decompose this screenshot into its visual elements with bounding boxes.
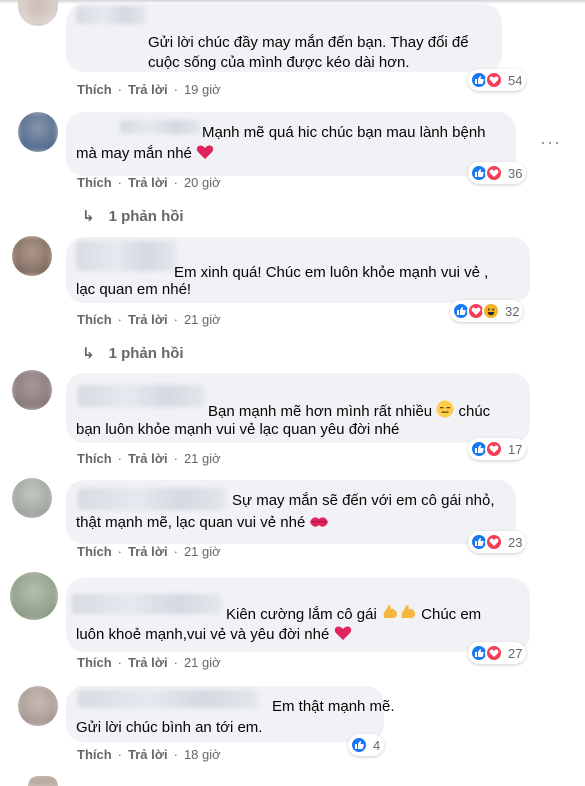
red-heart-icon [196,144,214,167]
haha-icon [482,302,500,320]
timestamp[interactable]: 20 giờ [184,175,221,190]
avatar[interactable] [12,236,52,276]
love-icon [485,533,503,551]
reaction-count: 23 [508,534,523,550]
comment-text-line-1: Sự may mắn sẽ đến với em cô gái nhỏ, [232,492,495,509]
comment-bubble: Sự may mắn sẽ đến với em cô gái nhỏ, thậ… [66,480,516,544]
like-button[interactable]: Thích [77,451,112,466]
author-name[interactable] [76,241,176,271]
comment-actions: Thích · Trả lời · 21 giờ [77,312,221,327]
avatar[interactable] [18,112,58,152]
reaction-summary[interactable]: 17 [468,438,527,460]
comment-bubble: Bạn mạnh mẽ hơn mình rất nhiều chúc bạn … [66,373,530,443]
reaction-summary[interactable]: 32 [450,300,524,322]
comment-actions: Thích · Trả lời · 21 giờ [77,451,221,466]
like-button[interactable]: Thích [77,747,112,762]
like-button[interactable]: Thích [77,544,112,559]
author-name[interactable] [72,594,222,614]
more-options-icon[interactable]: ··· [540,132,561,153]
avatar[interactable] [18,0,58,26]
comment-actions: Thích · Trả lời · 18 giờ [77,747,221,762]
like-button[interactable]: Thích [77,82,112,97]
avatar[interactable] [28,776,58,786]
timestamp[interactable]: 21 giờ [184,655,221,670]
comment-text-line-1: Gửi lời chúc đầy may mắn đến bạn. Thay đ… [148,34,469,51]
comment-bubble: Em xinh quá! Chúc em luôn khỏe mạnh vui … [66,237,530,303]
love-icon [485,440,503,458]
reaction-count: 36 [508,165,523,181]
reply-button[interactable]: Trả lời [128,747,168,762]
comment-actions: Thích · Trả lời · 21 giờ [77,544,221,559]
love-icon [485,71,503,89]
reaction-count: 27 [508,645,523,661]
comment-text-line-1: Em xinh quá! Chúc em luôn khỏe mạnh vui … [174,264,489,281]
comment-bubble: Gửi lời chúc đầy may mắn đến bạn. Thay đ… [66,4,502,72]
author-name[interactable] [78,488,226,510]
comment-text-line-1: Em thật mạnh mẽ. [272,698,395,715]
reaction-summary[interactable]: 23 [468,531,527,553]
view-replies-link[interactable]: ↳ 1 phản hồi [82,344,184,362]
like-button[interactable]: Thích [77,312,112,327]
like-button[interactable]: Thích [77,655,112,670]
flexed-biceps-icon [381,603,399,628]
expressionless-face-icon [436,400,454,425]
comment-actions: Thích · Trả lời · 20 giờ [77,175,221,190]
love-icon [485,644,503,662]
comment-text-line-1: Mạnh mẽ quá hic chúc bạn mau lành bệnh [202,124,486,141]
comment-text-line-2: bạn luôn khỏe mạnh vui vẻ lạc quan yêu đ… [76,421,400,438]
author-name[interactable] [76,6,146,24]
comment-text-line-2: luôn khoẻ mạnh,vui vẻ và yêu đời nhé [76,624,352,648]
comment-text-line-2: lạc quan em nhé! [76,281,192,298]
reaction-count: 32 [505,303,520,319]
reply-button[interactable]: Trả lời [128,312,168,327]
reaction-summary[interactable]: 27 [468,642,527,664]
reaction-count: 54 [508,72,523,88]
reply-arrow-icon: ↳ [82,208,95,225]
comment-text-line-2: mà may mắn nhé [76,143,214,167]
view-replies-link[interactable]: ↳ 1 phản hồi [82,207,184,225]
reply-button[interactable]: Trả lời [128,544,168,559]
timestamp[interactable]: 18 giờ [184,747,221,762]
comment-bubble: Mạnh mẽ quá hic chúc bạn mau lành bệnh m… [66,112,516,176]
reply-button[interactable]: Trả lời [128,175,168,190]
love-icon [485,164,503,182]
comment-bubble: Em thật mạnh mẽ. Gửi lời chúc bình an tớ… [66,686,395,742]
avatar[interactable] [10,572,58,620]
reply-button[interactable]: Trả lời [128,655,168,670]
avatar[interactable] [12,370,52,410]
like-icon [350,736,368,754]
reply-button[interactable]: Trả lời [128,82,168,97]
comment-text-line-2: cuộc sống của mình được kéo dài hơn. [148,54,410,71]
author-name[interactable] [120,120,200,134]
timestamp[interactable]: 21 giờ [184,451,221,466]
kiss-mark-icon [309,514,329,536]
reaction-count: 17 [508,441,523,457]
reply-arrow-icon: ↳ [82,345,95,362]
reply-button[interactable]: Trả lời [128,451,168,466]
timestamp[interactable]: 21 giờ [184,312,221,327]
red-heart-icon [334,625,352,648]
author-name[interactable] [78,385,204,407]
comment-actions: Thích · Trả lời · 19 giờ [77,82,221,97]
reaction-summary[interactable]: 4 [348,734,385,756]
avatar[interactable] [18,686,58,726]
comment-text-line-2: Gửi lời chúc bình an tới em. [76,719,263,736]
reaction-summary[interactable]: 54 [468,69,527,91]
timestamp[interactable]: 21 giờ [184,544,221,559]
comment-actions: Thích · Trả lời · 21 giờ [77,655,221,670]
reaction-count: 4 [373,737,381,753]
author-name[interactable] [78,690,258,708]
comment-bubble: Kiên cường lắm cô gái Chúc em luôn khoẻ … [66,578,530,652]
comment-text-line-2: thật mạnh mẽ, lạc quan vui vẻ nhé [76,512,329,536]
like-button[interactable]: Thích [77,175,112,190]
reaction-summary[interactable]: 36 [468,162,527,184]
avatar[interactable] [12,478,52,518]
timestamp[interactable]: 19 giờ [184,82,221,97]
flexed-biceps-icon [399,603,417,628]
